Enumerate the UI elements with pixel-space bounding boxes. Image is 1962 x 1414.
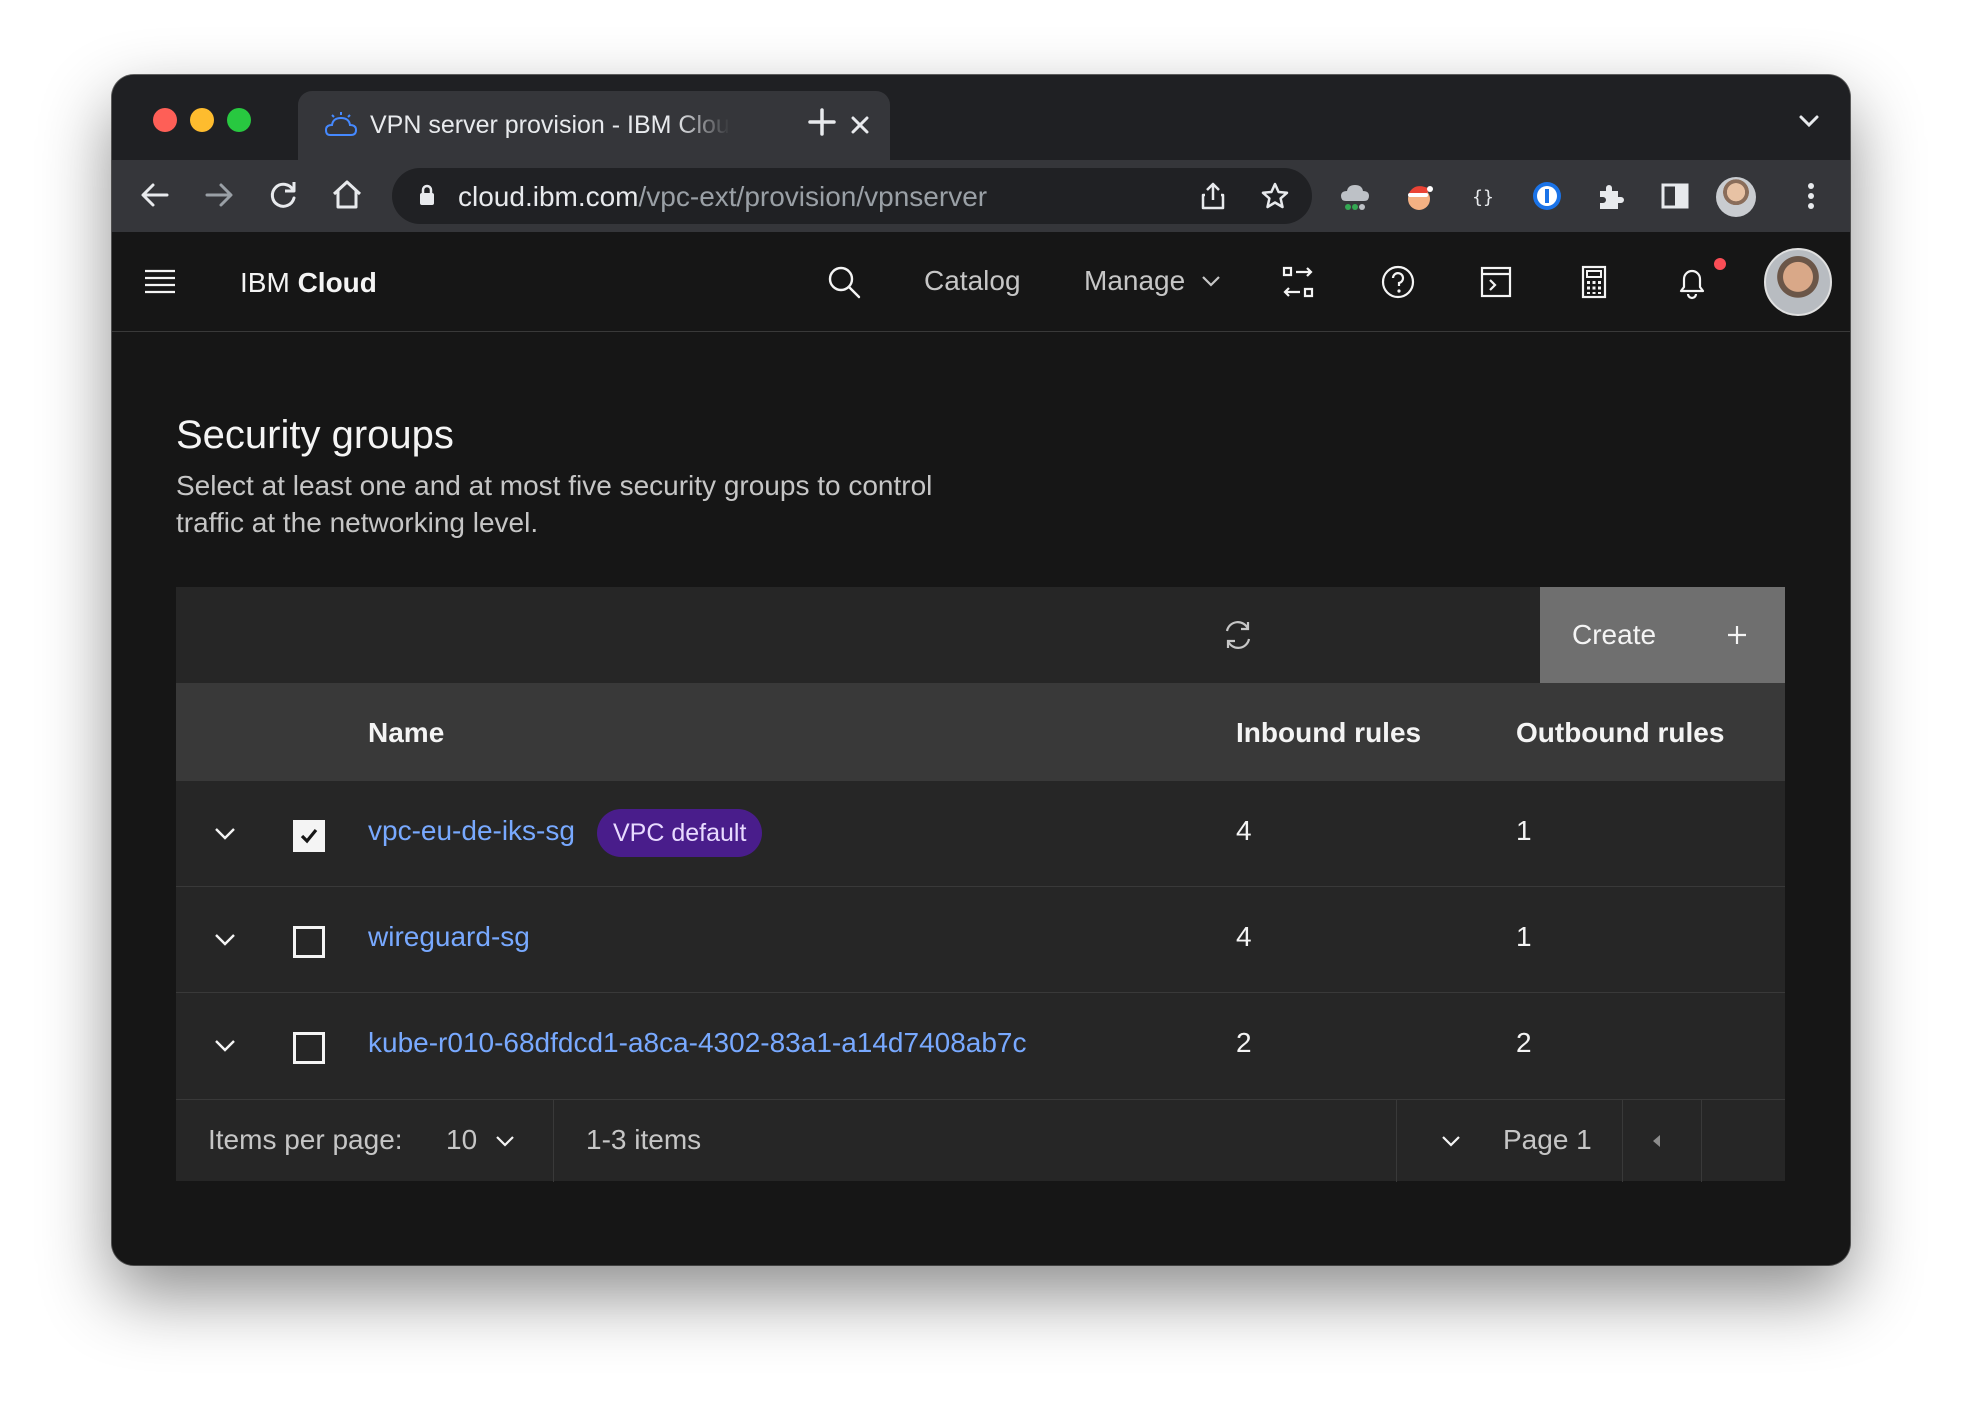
browser-menu-kebab-icon[interactable] xyxy=(1794,179,1828,213)
search-icon[interactable] xyxy=(826,264,862,300)
notification-indicator xyxy=(1714,258,1726,270)
add-icon xyxy=(1728,626,1746,644)
items-per-page-label: Items per page: xyxy=(208,1124,403,1155)
nav-manage-label: Manage xyxy=(1084,265,1186,296)
outbound-rules-count: 1 xyxy=(1516,815,1532,846)
items-range: 1-3 items xyxy=(586,1124,702,1155)
previous-page-caret-icon[interactable] xyxy=(1646,1130,1668,1152)
create-button-label: Create xyxy=(1572,619,1657,650)
divider xyxy=(1396,1100,1397,1182)
browser-toolbar: cloud.ibm.com/vpc-ext/provision/vpnserve… xyxy=(112,160,1850,232)
column-header-inbound: Inbound rules xyxy=(1236,717,1422,748)
security-group-link[interactable]: vpc-eu-de-iks-sg xyxy=(368,815,575,847)
close-window-button[interactable] xyxy=(153,108,177,132)
close-tab-icon[interactable] xyxy=(848,113,872,137)
brand-prefix: IBM xyxy=(240,267,290,298)
nav-catalog[interactable]: Catalog xyxy=(924,265,1021,297)
main-content: Security groups Select at least one and … xyxy=(112,333,1850,1265)
browser-tab[interactable]: VPN server provision - IBM Cloud xyxy=(298,91,890,160)
pagination-bar: Items per page: 10 1-3 items Page 1 xyxy=(176,1099,1785,1182)
browser-profile-avatar[interactable] xyxy=(1716,177,1756,217)
url-text[interactable]: cloud.ibm.com/vpc-ext/provision/vpnserve… xyxy=(458,181,987,213)
svg-text:{}: {} xyxy=(1472,187,1494,208)
table-header: Name Inbound rules Outbound rules xyxy=(176,683,1785,781)
share-icon[interactable] xyxy=(1198,181,1228,211)
json-formatter-extension-icon[interactable]: {} xyxy=(1466,179,1500,213)
nav-manage[interactable]: Manage xyxy=(1084,265,1220,297)
security-group-link[interactable]: wireguard-sg xyxy=(368,921,530,953)
tab-title: VPN server provision - IBM Cloud xyxy=(370,111,730,139)
expand-row-chevron-icon[interactable] xyxy=(212,927,238,953)
santa-extension-icon[interactable] xyxy=(1402,179,1436,213)
side-panel-icon[interactable] xyxy=(1658,179,1692,213)
url-path: /vpc-ext/provision/vpnserver xyxy=(638,181,988,212)
divider xyxy=(1622,1100,1623,1182)
user-avatar[interactable] xyxy=(1764,248,1832,316)
row-checkbox[interactable] xyxy=(293,820,325,852)
chevron-down-icon xyxy=(1202,276,1220,287)
column-header-name: Name xyxy=(368,717,445,748)
bookmark-star-icon[interactable] xyxy=(1260,181,1290,211)
section-description: Select at least one and at most five sec… xyxy=(176,470,933,538)
row-checkbox[interactable] xyxy=(293,1032,325,1064)
ibm-cloud-header: IBM Cloud Catalog Manage xyxy=(112,232,1850,332)
table-row: vpc-eu-de-iks-sg VPC default 4 1 xyxy=(176,781,1785,887)
table-row: kube-r010-68dfdcd1-a8ca-4302-83a1-a14d74… xyxy=(176,993,1785,1099)
items-per-page-value: 10 xyxy=(446,1124,478,1155)
forward-arrow-icon[interactable] xyxy=(202,178,236,212)
new-tab-icon[interactable] xyxy=(807,107,837,137)
switch-account-icon[interactable] xyxy=(1280,264,1316,300)
minimize-window-button[interactable] xyxy=(190,108,214,132)
table-row: wireguard-sg 4 1 xyxy=(176,887,1785,993)
security-group-link[interactable]: kube-r010-68dfdcd1-a8ca-4302-83a1-a14d74… xyxy=(368,1027,1027,1059)
url-host: cloud.ibm.com xyxy=(458,181,639,212)
section-title: Security groups xyxy=(176,413,454,457)
home-icon[interactable] xyxy=(330,178,364,212)
expand-row-chevron-icon[interactable] xyxy=(212,821,238,847)
checkmark-icon xyxy=(300,828,318,844)
tab-search-chevron-icon[interactable] xyxy=(1798,113,1820,129)
outbound-rules-count: 1 xyxy=(1516,921,1532,952)
cloud-shell-terminal-icon[interactable] xyxy=(1478,264,1514,300)
vpc-default-tag: VPC default xyxy=(597,809,763,857)
page-select-chevron-down-icon[interactable] xyxy=(1440,1130,1462,1152)
lock-icon[interactable] xyxy=(418,184,436,206)
brand-name: Cloud xyxy=(297,267,377,298)
password-manager-extension-icon[interactable] xyxy=(1530,179,1564,213)
items-per-page-select[interactable]: 10 xyxy=(446,1124,477,1156)
divider xyxy=(1701,1100,1702,1182)
cost-estimator-calculator-icon[interactable] xyxy=(1576,264,1612,300)
inbound-rules-count: 4 xyxy=(1236,815,1252,846)
hamburger-menu-icon[interactable] xyxy=(144,268,176,294)
notification-bell-icon[interactable] xyxy=(1674,264,1710,300)
outbound-rules-count: 2 xyxy=(1516,1027,1532,1058)
refresh-icon[interactable] xyxy=(1220,617,1256,653)
page-indicator[interactable]: Page 1 xyxy=(1503,1124,1592,1156)
create-button[interactable]: Create xyxy=(1540,587,1785,683)
address-bar[interactable]: cloud.ibm.com/vpc-ext/provision/vpnserve… xyxy=(392,168,1312,224)
browser-window: VPN server provision - IBM Cloud cloud.i… xyxy=(112,75,1850,1265)
row-checkbox[interactable] xyxy=(293,926,325,958)
inbound-rules-count: 4 xyxy=(1236,921,1252,952)
ibm-cloud-favicon-icon xyxy=(324,112,358,136)
security-groups-table: Create Name Inbound rules Outbound rules… xyxy=(176,587,1785,1182)
maximize-window-button[interactable] xyxy=(227,108,251,132)
table-toolbar: Create xyxy=(176,587,1785,683)
chevron-down-icon[interactable] xyxy=(494,1130,516,1152)
tab-strip: VPN server provision - IBM Cloud xyxy=(112,75,1850,160)
ibm-cloud-logo[interactable]: IBM Cloud xyxy=(240,267,377,299)
back-arrow-icon[interactable] xyxy=(138,178,172,212)
expand-row-chevron-icon[interactable] xyxy=(212,1033,238,1059)
extensions-puzzle-icon[interactable] xyxy=(1594,179,1628,213)
column-header-outbound: Outbound rules xyxy=(1516,717,1725,748)
help-icon[interactable] xyxy=(1380,264,1416,300)
inbound-rules-count: 2 xyxy=(1236,1027,1252,1058)
cloud-extension-icon[interactable] xyxy=(1338,179,1372,213)
divider xyxy=(553,1100,554,1182)
reload-icon[interactable] xyxy=(266,178,300,212)
